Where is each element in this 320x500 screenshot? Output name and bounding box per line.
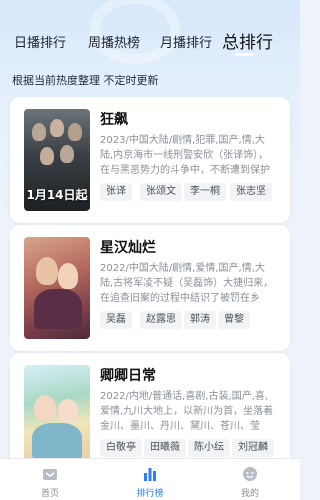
cast-tag[interactable]: 张志坚: [230, 183, 272, 201]
active-tab-indicator: [235, 53, 253, 56]
profile-icon: [243, 467, 257, 481]
cast-tag[interactable]: 郭涛: [184, 311, 216, 329]
bottom-navigation: 首页 排行榜 我的: [0, 458, 300, 500]
list-subtitle: 根据当前热度整理 不定时更新: [12, 74, 159, 87]
nav-ranking[interactable]: 排行榜: [115, 459, 185, 500]
cast-tag[interactable]: 刘冠麟: [232, 439, 274, 457]
cast-tag[interactable]: 曾黎: [218, 311, 250, 329]
poster-caption: 1月14日起: [26, 188, 88, 202]
drama-title[interactable]: 星汉灿烂: [100, 237, 156, 257]
cast-tag[interactable]: 赵露思: [140, 311, 182, 329]
home-icon: [43, 469, 57, 480]
poster-image[interactable]: 1月14日起: [24, 109, 90, 211]
cast-tag[interactable]: 张译: [100, 183, 132, 201]
ranking-tabs: 日播排行 周播热榜 月播排行 总排行: [0, 26, 300, 66]
drama-title[interactable]: 卿卿日常: [100, 365, 156, 385]
ranking-icon: [144, 468, 156, 481]
tab-monthly[interactable]: 月播排行: [160, 32, 212, 51]
cast-tags: 张译 张颂文 李一桐 张志坚: [100, 183, 282, 203]
tab-daily[interactable]: 日播排行: [14, 32, 66, 51]
nav-profile[interactable]: 我的: [215, 459, 285, 500]
cast-tags: 白敬亭 田曦薇 陈小纭 刘冠麟: [100, 439, 282, 459]
nav-home[interactable]: 首页: [15, 459, 85, 500]
tab-weekly[interactable]: 周播热榜: [88, 32, 140, 51]
drama-description: 2022/中国大陆/剧情,爱情,国产,情,大陆,古将军凌不疑（吴磊饰）大捷归来，…: [100, 263, 274, 304]
cast-tag[interactable]: 田曦薇: [144, 439, 186, 457]
cast-tag[interactable]: 白敬亭: [100, 439, 142, 457]
nav-label: 排行榜: [136, 489, 164, 499]
cast-tag[interactable]: 吴磊: [100, 311, 132, 329]
cast-tag[interactable]: 张颂文: [140, 183, 182, 201]
tab-total[interactable]: 总排行: [222, 28, 273, 53]
list-item[interactable]: 1月14日起 狂飙 2023/中国大陆/剧情,犯罪,国产,情,大陆,内京海市一线…: [10, 97, 290, 223]
drama-description: 2023/中国大陆/剧情,犯罪,国产,情,大陆,内京海市一线刑警安欣（张译饰），…: [100, 135, 270, 176]
nav-label: 首页: [40, 489, 59, 499]
cast-tags: 吴磊 赵露思 郭涛 曾黎: [100, 311, 282, 331]
nav-label: 我的: [240, 489, 259, 499]
poster-image[interactable]: [24, 237, 90, 339]
cast-tag[interactable]: 李一桐: [184, 183, 226, 201]
drama-description: 2022/内地/普通话,喜剧,古装,国产,喜,爱情,九川大地上，以新川为首，坐落…: [100, 391, 274, 432]
drama-title[interactable]: 狂飙: [100, 109, 128, 129]
list-item[interactable]: 星汉灿烂 2022/中国大陆/剧情,爱情,国产,情,大陆,古将军凌不疑（吴磊饰）…: [10, 225, 290, 351]
poster-image[interactable]: [24, 365, 90, 467]
cast-tag[interactable]: 陈小纭: [188, 439, 230, 457]
